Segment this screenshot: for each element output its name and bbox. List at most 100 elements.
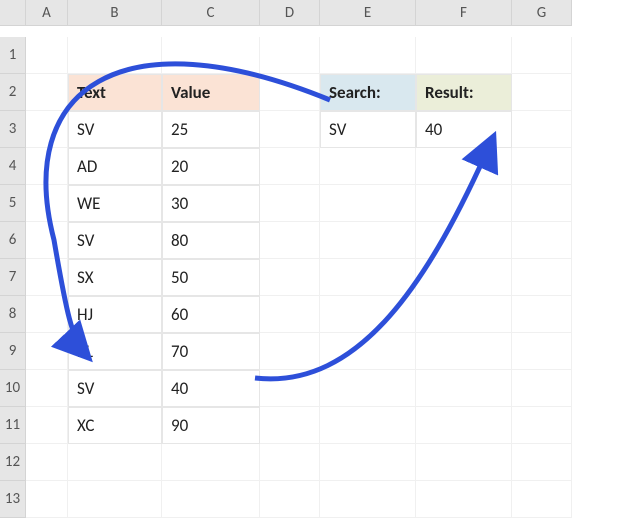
search-term[interactable]: SV [320, 111, 416, 148]
cell-C12[interactable] [162, 444, 260, 481]
row-header-9[interactable]: 9 [0, 333, 26, 370]
cell-C1[interactable] [162, 37, 260, 74]
row-header-3[interactable]: 3 [0, 111, 26, 148]
row-header-5[interactable]: 5 [0, 185, 26, 222]
table-row[interactable]: 80 [162, 222, 260, 259]
cell-E6[interactable] [320, 222, 416, 259]
header-result[interactable]: Result: [416, 74, 512, 111]
row-header-12[interactable]: 12 [0, 444, 26, 481]
row-header-1[interactable]: 1 [0, 37, 26, 74]
cell-F7[interactable] [416, 259, 512, 296]
table-row[interactable]: 70 [162, 333, 260, 370]
col-header-A[interactable]: A [26, 0, 68, 26]
table-row[interactable]: XC [68, 407, 162, 444]
cell-D10[interactable] [260, 370, 320, 407]
cell-A10[interactable] [26, 370, 68, 407]
col-header-G[interactable]: G [512, 0, 572, 26]
cell-A11[interactable] [26, 407, 68, 444]
row-header-10[interactable]: 10 [0, 370, 26, 407]
cell-A6[interactable] [26, 222, 68, 259]
table-row[interactable]: SX [68, 259, 162, 296]
cell-F5[interactable] [416, 185, 512, 222]
col-header-B[interactable]: B [68, 0, 162, 26]
row-header-13[interactable]: 13 [0, 481, 26, 518]
cell-D4[interactable] [260, 148, 320, 185]
cell-B13[interactable] [68, 481, 162, 518]
cell-G8[interactable] [512, 296, 572, 333]
cell-D3[interactable] [260, 111, 320, 148]
cell-E8[interactable] [320, 296, 416, 333]
cell-D11[interactable] [260, 407, 320, 444]
cell-F13[interactable] [416, 481, 512, 518]
search-result[interactable]: 40 [416, 111, 512, 148]
cell-F12[interactable] [416, 444, 512, 481]
row-header-6[interactable]: 6 [0, 222, 26, 259]
cell-G9[interactable] [512, 333, 572, 370]
header-search[interactable]: Search: [320, 74, 416, 111]
table-row[interactable]: KL [68, 333, 162, 370]
cell-E12[interactable] [320, 444, 416, 481]
select-all-corner[interactable] [0, 0, 26, 26]
cell-C13[interactable] [162, 481, 260, 518]
col-header-C[interactable]: C [162, 0, 260, 26]
table-row[interactable]: SV [68, 370, 162, 407]
cell-A4[interactable] [26, 148, 68, 185]
spreadsheet[interactable]: A B C D E F G 1 2 Text Value Search: Res… [0, 0, 572, 518]
cell-G6[interactable] [512, 222, 572, 259]
cell-G10[interactable] [512, 370, 572, 407]
cell-G7[interactable] [512, 259, 572, 296]
cell-D1[interactable] [260, 37, 320, 74]
table-row[interactable]: WE [68, 185, 162, 222]
cell-G2[interactable] [512, 74, 572, 111]
table-row[interactable]: 20 [162, 148, 260, 185]
cell-A2[interactable] [26, 74, 68, 111]
col-header-E[interactable]: E [320, 0, 416, 26]
col-header-F[interactable]: F [416, 0, 512, 26]
table-row[interactable]: 30 [162, 185, 260, 222]
col-header-D[interactable]: D [260, 0, 320, 26]
cell-E5[interactable] [320, 185, 416, 222]
cell-G11[interactable] [512, 407, 572, 444]
cell-B1[interactable] [68, 37, 162, 74]
table-row[interactable]: 40 [162, 370, 260, 407]
cell-F4[interactable] [416, 148, 512, 185]
cell-E13[interactable] [320, 481, 416, 518]
cell-D8[interactable] [260, 296, 320, 333]
table-row[interactable]: SV [68, 222, 162, 259]
cell-A1[interactable] [26, 37, 68, 74]
row-header-2[interactable]: 2 [0, 74, 26, 111]
cell-D6[interactable] [260, 222, 320, 259]
cell-F9[interactable] [416, 333, 512, 370]
cell-E4[interactable] [320, 148, 416, 185]
row-header-8[interactable]: 8 [0, 296, 26, 333]
cell-E10[interactable] [320, 370, 416, 407]
cell-D9[interactable] [260, 333, 320, 370]
row-header-7[interactable]: 7 [0, 259, 26, 296]
cell-D5[interactable] [260, 185, 320, 222]
cell-E9[interactable] [320, 333, 416, 370]
row-header-11[interactable]: 11 [0, 407, 26, 444]
table-row[interactable]: 90 [162, 407, 260, 444]
cell-E11[interactable] [320, 407, 416, 444]
cell-A9[interactable] [26, 333, 68, 370]
cell-F11[interactable] [416, 407, 512, 444]
cell-D13[interactable] [260, 481, 320, 518]
cell-E7[interactable] [320, 259, 416, 296]
header-value[interactable]: Value [162, 74, 260, 111]
cell-G4[interactable] [512, 148, 572, 185]
cell-A13[interactable] [26, 481, 68, 518]
cell-F10[interactable] [416, 370, 512, 407]
cell-G13[interactable] [512, 481, 572, 518]
table-row[interactable]: 60 [162, 296, 260, 333]
cell-D12[interactable] [260, 444, 320, 481]
table-row[interactable]: HJ [68, 296, 162, 333]
cell-A8[interactable] [26, 296, 68, 333]
table-row[interactable]: 25 [162, 111, 260, 148]
table-row[interactable]: 50 [162, 259, 260, 296]
cell-A5[interactable] [26, 185, 68, 222]
table-row[interactable]: SV [68, 111, 162, 148]
cell-A12[interactable] [26, 444, 68, 481]
row-header-4[interactable]: 4 [0, 148, 26, 185]
cell-F6[interactable] [416, 222, 512, 259]
cell-D7[interactable] [260, 259, 320, 296]
